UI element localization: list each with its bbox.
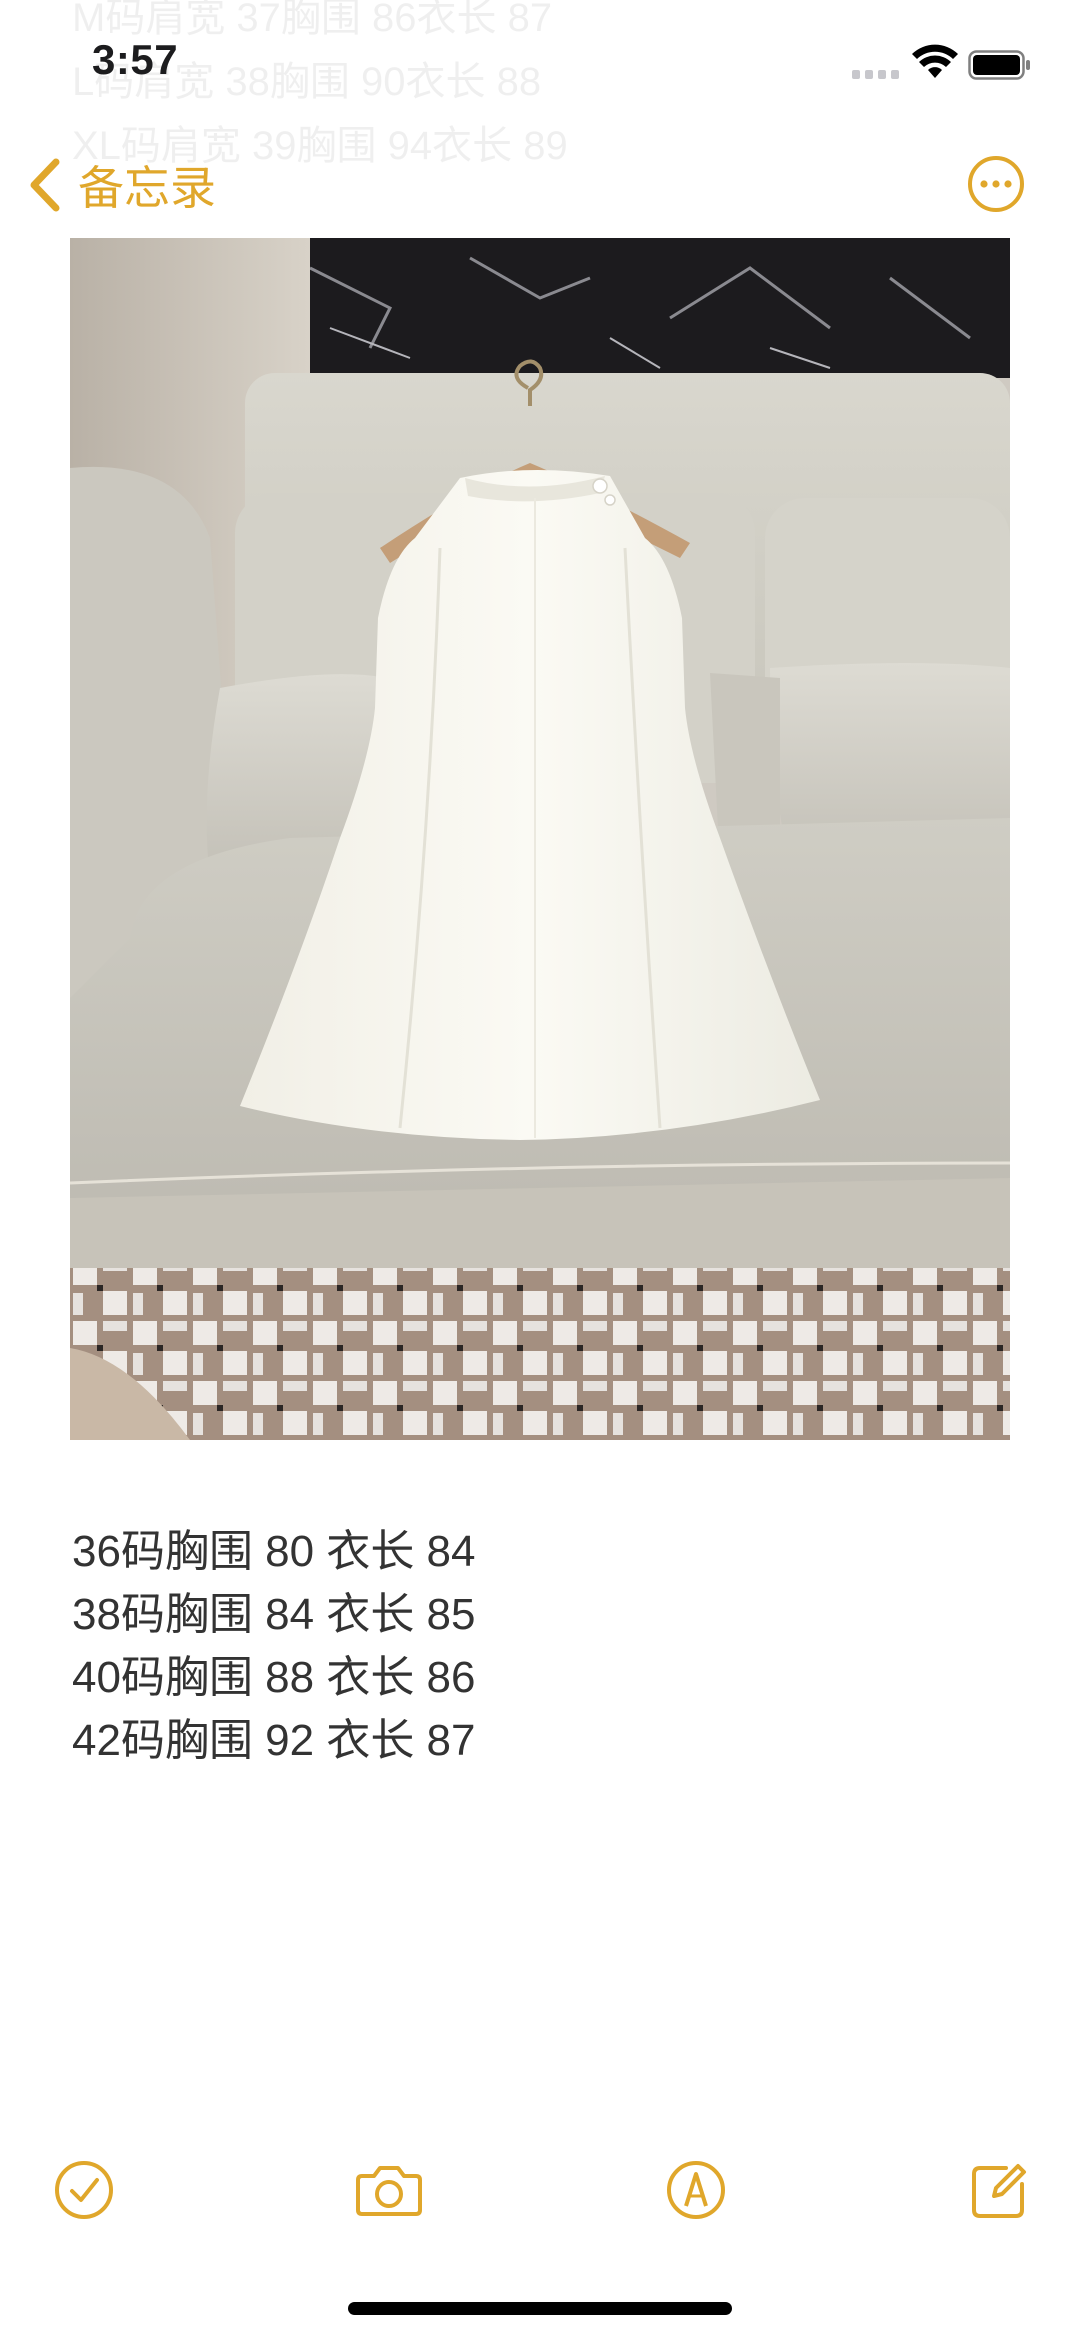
camera-icon[interactable] xyxy=(354,2158,424,2222)
back-button[interactable]: 备忘录 xyxy=(28,150,216,220)
ellipsis-circle-icon[interactable] xyxy=(966,154,1026,214)
note-line: 38码胸围 84 衣长 85 xyxy=(72,1590,476,1639)
note-body[interactable]: 36码胸围 80 衣长 84 38码胸围 84 衣长 85 40码胸围 88 衣… xyxy=(72,1520,476,1772)
compose-icon[interactable] xyxy=(966,2158,1030,2222)
navigation-bar: 备忘录 xyxy=(0,140,1080,230)
note-line: 42码胸围 92 衣长 87 xyxy=(72,1716,476,1765)
home-indicator[interactable] xyxy=(348,2302,732,2315)
back-label: 备忘录 xyxy=(78,162,216,214)
note-photo[interactable] xyxy=(70,238,1010,1440)
note-line: 40码胸围 88 衣长 86 xyxy=(72,1653,476,1702)
bottom-toolbar xyxy=(0,2158,1080,2238)
wifi-icon xyxy=(912,44,958,78)
cellular-signal-icon xyxy=(852,70,899,79)
note-line: 36码胸围 80 衣长 84 xyxy=(72,1527,476,1576)
chevron-left-icon xyxy=(30,158,60,212)
status-bar: 3:57 xyxy=(0,0,1080,130)
pen-tip-circle-icon[interactable] xyxy=(664,2158,728,2222)
battery-icon xyxy=(968,50,1030,80)
status-time: 3:57 xyxy=(92,36,179,83)
checkmark-circle-icon[interactable] xyxy=(52,2158,116,2222)
